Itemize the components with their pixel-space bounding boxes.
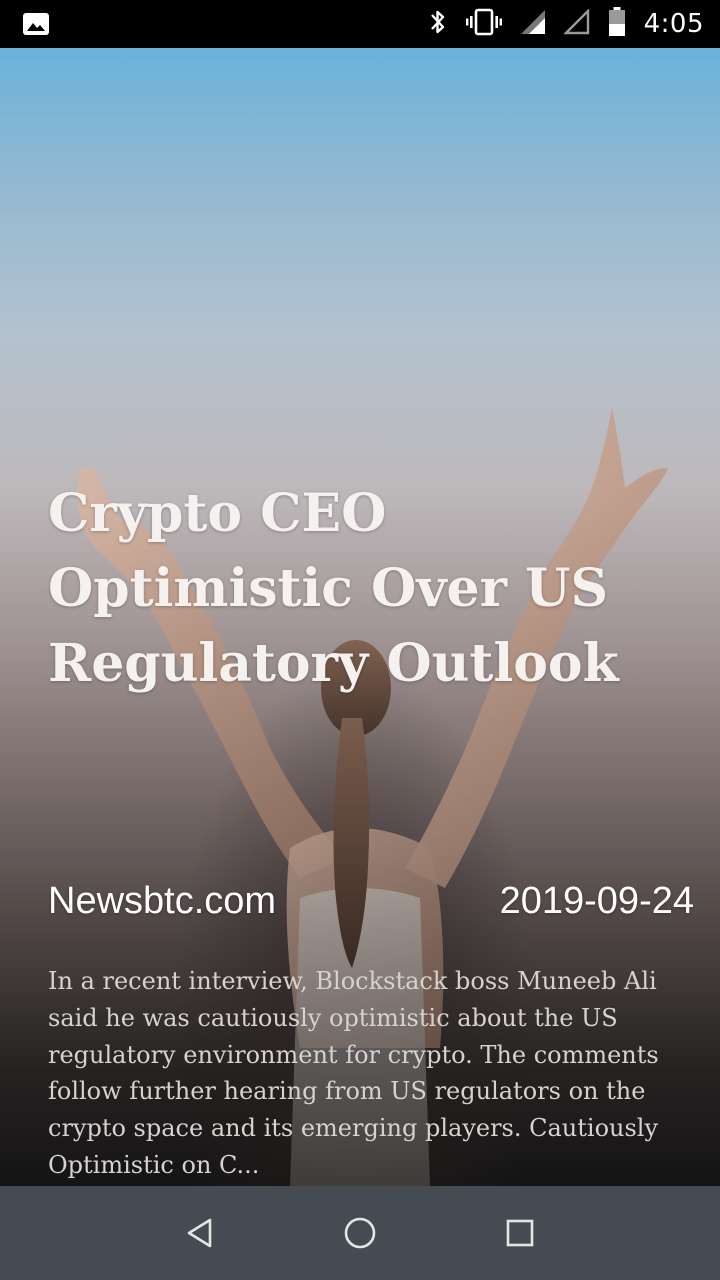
article-summary: In a recent interview, Blockstack boss M… [48, 967, 659, 1179]
article-date: 2019-09-24 [499, 880, 694, 922]
home-icon [344, 1217, 376, 1249]
status-icons: 4:05 [428, 0, 704, 48]
screen: 4:05 Crypto CEO Optimistic Over US Regul… [0, 0, 720, 1280]
bluetooth-icon [428, 8, 448, 41]
vibrate-icon [465, 8, 502, 41]
signal-empty-icon [562, 7, 590, 40]
article-source: Newsbtc.com [48, 880, 277, 922]
status-time: 4:05 [643, 9, 704, 39]
signal-icon [520, 9, 546, 40]
recents-icon [506, 1219, 534, 1247]
navigation-bar [0, 1186, 720, 1280]
battery-icon [608, 6, 626, 42]
back-icon [187, 1218, 212, 1248]
status-bar: 4:05 [0, 0, 720, 48]
article-card[interactable]: Crypto CEO Optimistic Over US Regulatory… [0, 48, 720, 1186]
article-headline[interactable]: Crypto CEO Optimistic Over US Regulatory… [48, 476, 698, 701]
recents-button[interactable] [490, 1203, 550, 1263]
home-button[interactable] [330, 1203, 390, 1263]
back-button[interactable] [170, 1203, 230, 1263]
image-notification-icon [22, 12, 50, 41]
